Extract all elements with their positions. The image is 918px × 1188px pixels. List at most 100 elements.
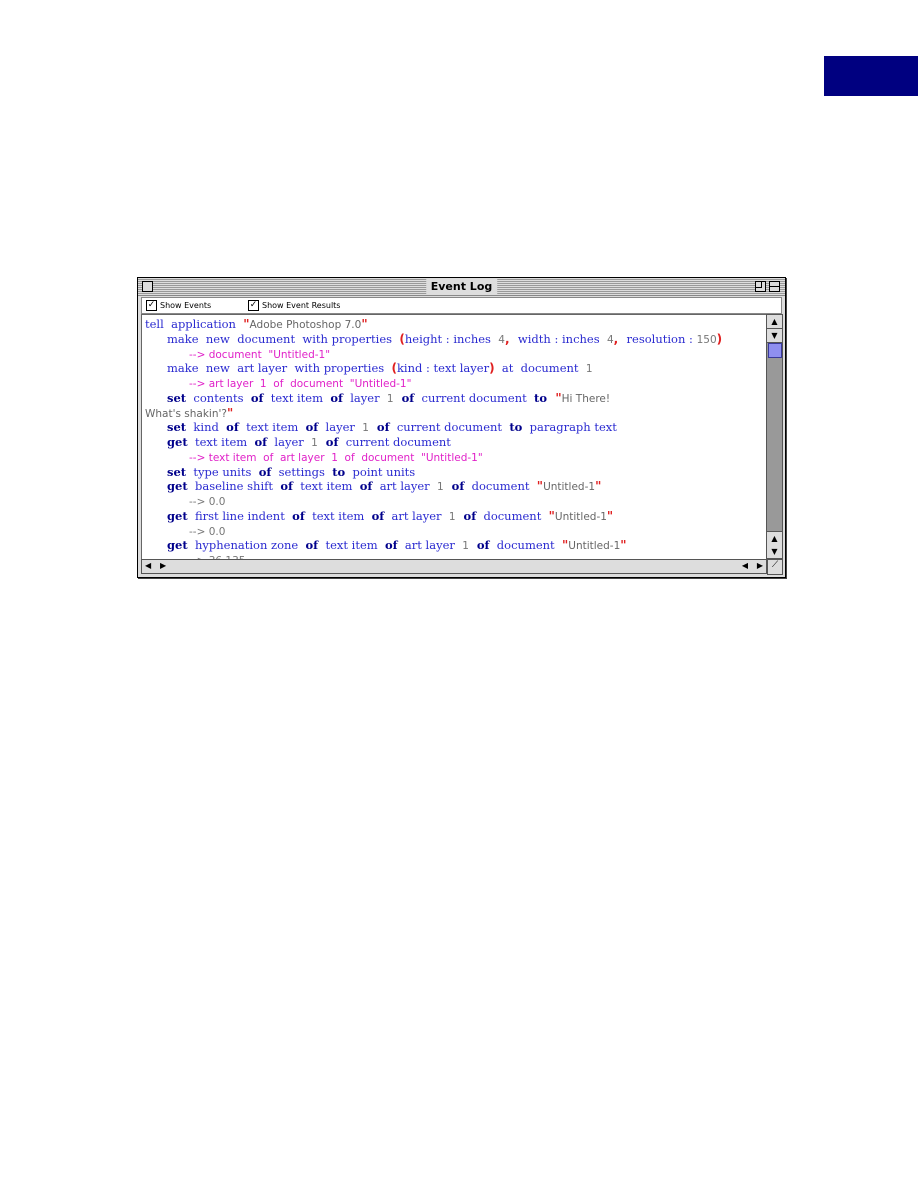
log-token: Untitled-1 <box>554 510 607 523</box>
log-token: of <box>305 420 319 435</box>
checkbox-checked-icon[interactable]: ✓ <box>248 300 259 311</box>
log-token: width : inches <box>517 331 607 346</box>
log-line: get baseline shift of text item of art l… <box>167 479 601 494</box>
chapter-tab <box>824 56 918 96</box>
log-token: at document <box>494 361 586 376</box>
arrow-up-icon[interactable]: ▲ <box>767 315 782 329</box>
log-token: type units <box>186 464 259 479</box>
arrow-down-icon[interactable]: ▼ <box>767 545 782 559</box>
log-line: --> art layer 1 of document "Untitled-1" <box>189 376 411 391</box>
log-token: kind <box>186 420 227 435</box>
log-token: to <box>534 390 548 405</box>
horizontal-scrollbar[interactable]: ◀ ▶ ◀ ▶ <box>141 559 767 574</box>
log-token: art layer <box>372 479 437 494</box>
vertical-scrollbar[interactable]: ▲ ▼ ▲ ▼ <box>766 314 783 560</box>
log-token: of <box>443 479 465 494</box>
log-token: of <box>292 508 305 523</box>
log-token: " <box>226 405 234 420</box>
log-token: layer <box>318 420 363 435</box>
log-token: of <box>384 538 398 553</box>
log-token: of <box>250 390 264 405</box>
show-event-results-label: Show Event Results <box>262 301 341 310</box>
log-token: of <box>455 508 477 523</box>
log-token: What's shakin'? <box>145 407 227 420</box>
log-token: Hi There! <box>561 392 611 405</box>
log-line: --> document "Untitled-1" <box>189 347 330 362</box>
log-token: text item <box>263 390 331 405</box>
log-token: 1 <box>585 363 593 376</box>
log-line: --> text item of art layer 1 of document… <box>189 450 483 465</box>
log-token: of <box>226 420 239 435</box>
log-token: " <box>595 479 602 494</box>
log-token: text item <box>238 420 306 435</box>
log-token: set <box>167 464 187 479</box>
log-token: art layer <box>384 508 449 523</box>
event-log-text[interactable]: tell application "Adobe Photoshop 7.0" ma… <box>141 314 767 560</box>
log-line: make new art layer with properties (kind… <box>167 361 593 376</box>
show-event-results-checkbox[interactable]: ✓ Show Event Results <box>248 298 340 313</box>
arrow-down-icon[interactable]: ▼ <box>767 329 782 343</box>
log-token: get <box>167 479 188 494</box>
log-token: to <box>509 420 523 435</box>
log-token: resolution : <box>626 331 697 346</box>
log-token: make new art layer with properties <box>167 361 392 376</box>
log-token: of <box>258 464 272 479</box>
collapse-box-icon[interactable] <box>769 281 780 292</box>
log-line: get first line indent of text item of ar… <box>167 509 613 524</box>
log-token: document <box>476 508 549 523</box>
log-token: of <box>280 479 293 494</box>
close-box-icon[interactable] <box>142 281 153 292</box>
arrow-left-icon[interactable]: ◀ <box>145 561 151 570</box>
log-token: , <box>613 331 627 346</box>
log-line: set kind of text item of layer 1 of curr… <box>167 420 617 435</box>
log-token: first line indent <box>187 508 293 523</box>
log-token: " <box>547 390 562 405</box>
log-token: --> text item of art layer 1 of document… <box>189 451 483 464</box>
log-token: of <box>330 390 343 405</box>
log-token: 1 <box>448 510 456 523</box>
log-token: settings <box>271 464 333 479</box>
log-token: current document <box>338 435 451 449</box>
log-token: Untitled-1 <box>568 540 621 553</box>
log-token: get <box>167 538 188 553</box>
log-token: of <box>468 538 490 553</box>
window-title: Event Log <box>425 279 498 294</box>
zoom-box-icon[interactable] <box>755 281 766 292</box>
log-token: --> art layer 1 of document "Untitled-1" <box>189 378 412 390</box>
log-token: 4 <box>606 333 614 346</box>
log-token: hyphenation zone <box>187 538 306 553</box>
log-line: set type units of settings to point unit… <box>167 465 415 479</box>
log-token: --> 0.0 <box>189 525 226 538</box>
log-token: --> 0.0 <box>189 496 226 508</box>
log-token: of <box>368 420 390 435</box>
log-line: tell application "Adobe Photoshop 7.0" <box>145 317 368 332</box>
log-token: of <box>254 435 268 449</box>
log-token: get <box>167 435 188 449</box>
log-token: " <box>620 538 627 553</box>
log-token: " <box>606 508 614 523</box>
log-token: of <box>359 479 373 494</box>
log-token: make new document with properties <box>167 331 400 346</box>
log-token: of <box>317 435 339 449</box>
resize-grip-icon[interactable]: ⟋ <box>767 559 783 575</box>
arrow-right-icon[interactable]: ▶ <box>757 561 763 570</box>
checkbox-checked-icon[interactable]: ✓ <box>146 300 157 311</box>
log-line: get text item of layer 1 of current docu… <box>167 435 451 450</box>
arrow-left-icon[interactable]: ◀ <box>742 561 748 570</box>
log-token: 150 <box>696 333 717 346</box>
show-events-label: Show Events <box>160 301 212 310</box>
arrow-right-icon[interactable]: ▶ <box>160 561 166 570</box>
title-bar[interactable]: Event Log <box>138 278 785 296</box>
log-token: of <box>371 508 385 523</box>
log-token: set <box>167 420 187 435</box>
log-token: baseline shift <box>187 479 281 494</box>
scroll-thumb[interactable] <box>768 343 782 358</box>
log-token: contents <box>186 390 251 405</box>
show-events-checkbox[interactable]: ✓ Show Events <box>146 298 211 313</box>
log-token: current document <box>414 390 535 405</box>
log-line: What's shakin'?" <box>145 406 233 421</box>
log-token: to <box>332 464 346 479</box>
arrow-up-icon[interactable]: ▲ <box>767 531 782 546</box>
log-token: text item <box>187 435 255 449</box>
log-line: set contents of text item of layer 1 of … <box>167 391 610 406</box>
